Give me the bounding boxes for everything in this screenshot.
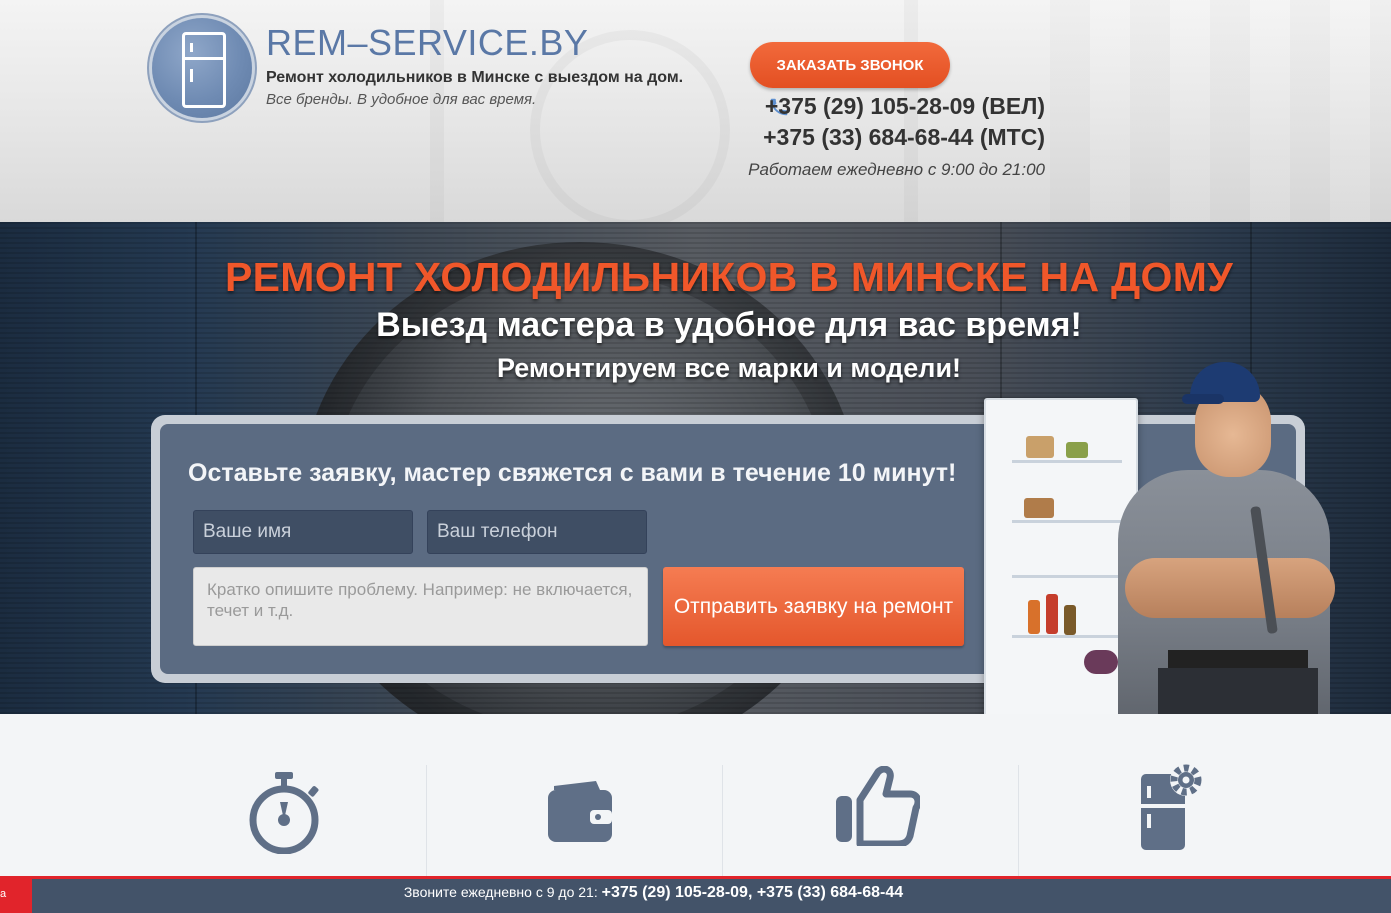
submit-request-button[interactable]: Отправить заявку на ремонт	[663, 567, 964, 646]
hero-subtitle-secondary: Ремонтируем все марки и модели!	[496, 353, 962, 383]
brand-name[interactable]: REM–SERVICE.BY	[266, 22, 588, 64]
fridge-food-item	[1026, 436, 1054, 458]
open-fridge-image	[984, 398, 1138, 728]
header-background-shape	[1050, 0, 1391, 222]
fridge-shelf	[1012, 460, 1122, 463]
phone-number-vel[interactable]: +375 (29) 105-28-09 (ВЕЛ)	[765, 93, 1045, 120]
repairman-arms	[1125, 558, 1335, 618]
fridge-bottle	[1046, 594, 1058, 634]
features-section	[0, 714, 1391, 876]
form-title: Оставьте заявку, мастер свяжется с вами …	[188, 459, 957, 487]
bottom-phone-numbers[interactable]: +375 (29) 105-28-09, +375 (33) 684-68-44	[602, 884, 904, 901]
problem-description-input[interactable]	[193, 567, 648, 646]
phone-input[interactable]	[427, 510, 647, 554]
fridge-shelf	[1012, 575, 1122, 578]
order-call-button[interactable]: ЗАКАЗАТЬ ЗВОНОК	[750, 42, 950, 88]
fridge-shelf	[1012, 635, 1122, 638]
stopwatch-icon	[249, 772, 319, 854]
fridge-shelf	[1012, 520, 1122, 523]
fridge-food-item	[1066, 442, 1088, 458]
feature-divider	[426, 765, 427, 876]
tagline-secondary: Все бренды. В удобное для вас время.	[266, 91, 537, 108]
working-hours: Работаем ежедневно с 9:00 до 21:00	[748, 160, 1045, 179]
thumbs-up-icon	[836, 766, 920, 846]
repairman-belt	[1168, 650, 1308, 668]
tagline: Ремонт холодильников в Минске с выездом …	[266, 69, 684, 86]
fridge-food-item	[1084, 650, 1118, 674]
fridge-bottle	[1064, 605, 1076, 635]
header: REM–SERVICE.BY Ремонт холодильников в Ми…	[0, 0, 1391, 222]
phone-number-mts[interactable]: +375 (33) 684-68-44 (МТС)	[763, 124, 1045, 151]
hero-title: РЕМОНТ ХОЛОДИЛЬНИКОВ В МИНСКЕ НА ДОМУ	[224, 254, 1234, 300]
fridge-gear-icon	[1141, 764, 1202, 850]
fridge-food-item	[1024, 498, 1054, 518]
name-input[interactable]	[193, 510, 413, 554]
bottom-contact-text: Звоните ежедневно с 9 до 21: +375 (29) 1…	[0, 884, 1307, 902]
hero-subtitle: Выезд мастера в удобное для вас время!	[376, 306, 1082, 344]
bottom-contact-prefix: Звоните ежедневно с 9 до 21:	[403, 884, 602, 900]
wallet-icon	[548, 781, 612, 842]
fridge-bottle	[1028, 600, 1040, 634]
logo-fridge-icon[interactable]	[152, 18, 252, 118]
fridge-icon	[182, 32, 226, 108]
feature-divider	[1018, 765, 1019, 876]
feature-divider	[722, 765, 723, 876]
